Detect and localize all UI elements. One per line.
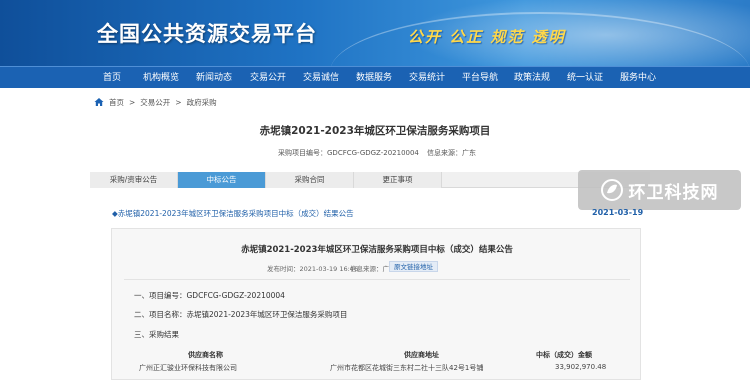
breadcrumb-gov-procurement[interactable]: 政府采购 — [187, 97, 217, 108]
tab-procurement-notice[interactable]: 采购/资审公告 — [90, 172, 178, 188]
nav-item-home[interactable]: 首页 — [103, 67, 121, 89]
nav-item-credit[interactable]: 交易诚信 — [303, 67, 339, 89]
main-nav: 首页 机构概览 新闻动态 交易公开 交易诚信 数据服务 交易统计 平台导航 政策… — [0, 66, 750, 88]
nav-item-policy[interactable]: 政策法规 — [514, 67, 550, 89]
nav-item-statistics[interactable]: 交易统计 — [409, 67, 445, 89]
table-header-amount: 中标（成交）金额 — [536, 351, 592, 359]
tab-bar: 采购/资审公告 中标公告 采购合同 更正事项 — [90, 172, 650, 188]
table-cell-supplier: 广州正汇骏业环保科技有限公司 — [139, 364, 237, 372]
section-project-name: 二、项目名称：赤坭镇2021-2023年城区环卫保洁服务采购项目 — [134, 310, 348, 319]
notice-date: 2021-03-19 — [592, 208, 644, 217]
publish-time: 发布时间：2021-03-19 16:46 — [267, 265, 359, 273]
project-number: 采购项目编号：GDCFCG-GDGZ-20210004 — [278, 149, 419, 157]
table-header-supplier: 供应商名称 — [188, 351, 223, 359]
site-banner: 全国公共资源交易平台 公开 公正 规范 透明 — [0, 0, 750, 66]
watermark-text: 环卫科技网 — [628, 182, 719, 203]
breadcrumb-transactions[interactable]: 交易公开 — [140, 97, 170, 108]
nav-item-news[interactable]: 新闻动态 — [196, 67, 232, 89]
tab-award-notice[interactable]: 中标公告 — [178, 172, 266, 188]
nav-item-data[interactable]: 数据服务 — [356, 67, 392, 89]
site-title: 全国公共资源交易平台 — [97, 22, 317, 46]
section-project-number: 一、项目编号：GDCFCG-GDGZ-20210004 — [134, 291, 285, 300]
nav-item-service[interactable]: 服务中心 — [620, 67, 656, 89]
table-cell-amount: 33,902,970.48 — [555, 363, 607, 371]
announcement-panel: 赤坭镇2021-2023年城区环卫保洁服务采购项目中标（成交）结果公告 发布时间… — [111, 228, 641, 380]
table-cell-address: 广州市花都区花城街三东村二社十三队42号1号铺 — [330, 364, 484, 372]
breadcrumb-home[interactable]: 首页 — [109, 97, 124, 108]
nav-item-platform[interactable]: 平台导航 — [462, 67, 498, 89]
site-slogan: 公开 公正 规范 透明 — [408, 28, 566, 46]
tab-contract[interactable]: 采购合同 — [266, 172, 354, 188]
home-icon[interactable] — [94, 97, 104, 107]
section-results: 三、采购结果 — [134, 330, 179, 339]
divider — [124, 279, 630, 280]
tab-corrections[interactable]: 更正事项 — [354, 172, 442, 188]
leaf-logo-icon — [600, 179, 623, 201]
breadcrumb-separator: > — [175, 97, 182, 107]
breadcrumb: 首页 > 交易公开 > 政府采购 — [94, 95, 217, 109]
table-header-address: 供应商地址 — [404, 351, 439, 359]
info-source: 信息来源：广东 — [427, 149, 476, 157]
notice-link[interactable]: ◆赤坭镇2021-2023年城区环卫保洁服务采购项目中标（成交）结果公告 — [112, 208, 354, 219]
nav-item-auth[interactable]: 统一认证 — [567, 67, 603, 89]
page-title: 赤坭镇2021-2023年城区环卫保洁服务采购项目 — [259, 125, 491, 137]
announcement-title: 赤坭镇2021-2023年城区环卫保洁服务采购项目中标（成交）结果公告 — [241, 245, 513, 255]
nav-item-transactions[interactable]: 交易公开 — [250, 67, 286, 89]
watermark: 环卫科技网 — [578, 170, 741, 210]
original-link-button[interactable]: 原文链接地址 — [389, 261, 438, 272]
breadcrumb-separator: > — [129, 97, 136, 107]
nav-item-institutions[interactable]: 机构概览 — [143, 67, 179, 89]
